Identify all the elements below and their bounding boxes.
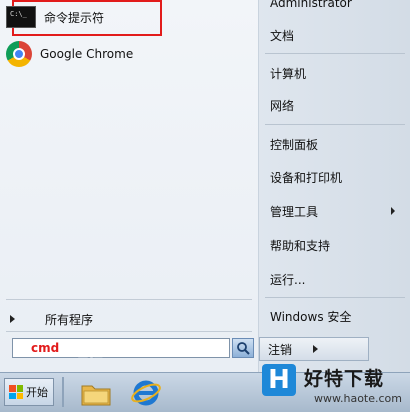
logoff-label: 注销 [268, 342, 293, 357]
search-input[interactable] [31, 341, 211, 355]
start-label: 开始 [26, 386, 48, 399]
internet-explorer-icon [131, 380, 161, 406]
watermark-url: www.haote.com [314, 392, 402, 405]
right-item-label: 计算机 [270, 66, 307, 81]
right-item-windows-security[interactable]: Windows 安全 [270, 306, 405, 326]
right-item-label: 网络 [270, 98, 295, 113]
search-icon [237, 342, 250, 355]
right-item-user[interactable]: Administrator [270, 0, 405, 13]
right-item-label: 文档 [270, 28, 295, 43]
watermark-title: 好特下载 [304, 368, 385, 390]
start-menu: 命令提示符 Google Chrome 所有程序 Administrator 文… [0, 0, 410, 372]
explorer-taskbar-button[interactable] [80, 379, 112, 407]
separator [265, 53, 405, 54]
right-item-help-support[interactable]: 帮助和支持 [270, 235, 405, 255]
chevron-right-icon [312, 345, 318, 353]
right-item-control-panel[interactable]: 控制面板 [270, 134, 405, 154]
program-label: Google Chrome [40, 47, 134, 61]
separator [265, 297, 405, 298]
chevron-right-icon [10, 315, 15, 323]
right-item-admin-tools[interactable]: 管理工具 [270, 201, 405, 221]
cmd-icon [6, 6, 36, 28]
program-command-prompt[interactable]: 命令提示符 [6, 2, 252, 32]
watermark-logo: H [262, 364, 296, 396]
search-box[interactable] [12, 338, 230, 358]
right-item-run[interactable]: 运行... [270, 269, 405, 289]
right-item-label: Administrator [270, 0, 352, 10]
right-item-computer[interactable]: 计算机 [270, 63, 405, 83]
start-menu-left-pane: 命令提示符 Google Chrome 所有程序 [0, 0, 259, 372]
right-item-devices-printers[interactable]: 设备和打印机 [270, 167, 405, 187]
all-programs-label: 所有程序 [45, 312, 94, 327]
chevron-right-icon [391, 207, 395, 215]
right-item-label: 帮助和支持 [270, 238, 331, 253]
chrome-icon [6, 41, 32, 67]
right-item-label: 运行... [270, 272, 306, 287]
right-item-label: Windows 安全 [270, 309, 352, 324]
separator [6, 299, 252, 300]
separator [6, 331, 252, 332]
program-google-chrome[interactable]: Google Chrome [6, 39, 252, 69]
right-item-label: 控制面板 [270, 137, 319, 152]
right-item-label: 设备和打印机 [270, 170, 343, 185]
start-button[interactable]: 开始 [4, 378, 54, 406]
search-button[interactable] [232, 338, 254, 358]
right-item-documents[interactable]: 文档 [270, 25, 405, 45]
program-label: 命令提示符 [44, 10, 105, 25]
separator [265, 124, 405, 125]
windows-logo-icon [9, 385, 23, 399]
all-programs-button[interactable]: 所有程序 [10, 309, 93, 329]
start-menu-right-pane: Administrator 文档 计算机 网络 控制面板 设备和打印机 管理工具… [259, 0, 410, 372]
internet-explorer-taskbar-button[interactable] [130, 378, 162, 408]
folder-icon [81, 385, 111, 406]
right-item-network[interactable]: 网络 [270, 95, 405, 115]
taskbar-separator [62, 377, 64, 407]
right-item-label: 管理工具 [270, 204, 319, 219]
watermark-faint-text: 经验 [73, 342, 104, 360]
watermark: H 好特下载 www.haote.com [254, 358, 410, 411]
